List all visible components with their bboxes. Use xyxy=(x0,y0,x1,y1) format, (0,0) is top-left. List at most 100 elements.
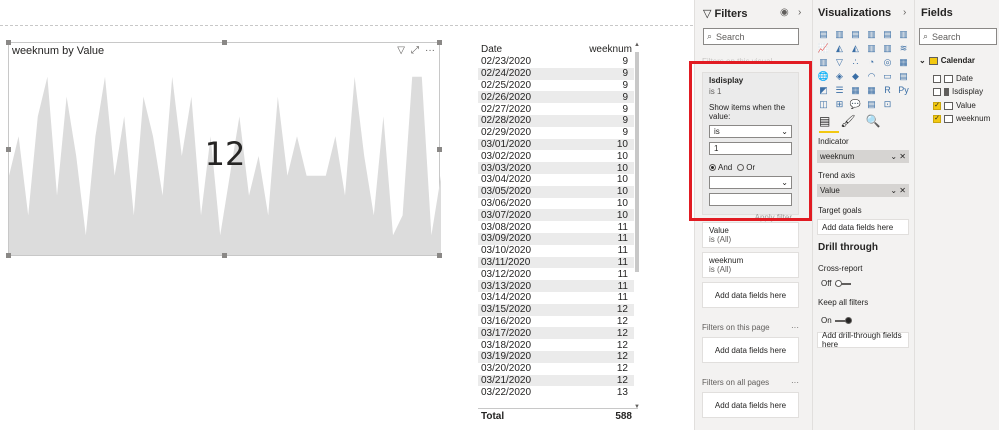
filters-search-input[interactable]: ⌕ Search xyxy=(703,28,799,45)
checkbox-icon[interactable] xyxy=(933,87,941,96)
table-row[interactable]: 02/26/2020 9 xyxy=(478,91,634,104)
funnel-icon[interactable]: ▽ xyxy=(833,56,846,68)
field-item-value[interactable]: ✓ Value xyxy=(933,101,976,110)
table-row[interactable]: 03/15/2020 12 xyxy=(478,303,634,316)
table-row[interactable]: 02/23/2020 9 xyxy=(478,56,634,68)
kpi-icon[interactable]: ◩ xyxy=(817,84,830,96)
table-row[interactable]: 03/14/2020 11 xyxy=(478,292,634,304)
scroll-down-icon[interactable]: ▼ xyxy=(634,404,640,410)
clustered-column-icon[interactable]: ▥ xyxy=(865,28,878,40)
fields-search-input[interactable]: ⌕ Search xyxy=(919,28,997,45)
100-bar-icon[interactable]: ▤ xyxy=(881,28,894,40)
table-row[interactable]: 03/20/2020 12 xyxy=(478,363,634,375)
table-row[interactable]: 03/16/2020 12 xyxy=(478,316,634,328)
table-row[interactable]: 03/04/2020 10 xyxy=(478,174,634,186)
matrix-icon[interactable]: ▦ xyxy=(865,84,878,96)
table-row[interactable]: 03/19/2020 12 xyxy=(478,350,634,363)
table-row[interactable]: 02/27/2020 9 xyxy=(478,103,634,115)
keep-filters-toggle[interactable]: On xyxy=(821,316,852,325)
field-item-date[interactable]: Date xyxy=(933,74,973,83)
waterfall-icon[interactable]: ▥ xyxy=(817,56,830,68)
line-column-icon[interactable]: ▥ xyxy=(865,42,878,54)
well-controls-icon[interactable]: ⌄ ✕ xyxy=(890,186,906,195)
table-row[interactable]: 03/06/2020 10 xyxy=(478,198,634,210)
scroll-up-icon[interactable]: ▲ xyxy=(634,42,640,48)
line-clustered-icon[interactable]: ▥ xyxy=(881,42,894,54)
table-row[interactable]: 03/07/2020 10 xyxy=(478,209,634,222)
table-row[interactable]: 03/01/2020 10 xyxy=(478,138,634,151)
indicator-well[interactable]: weeknum ⌄ ✕ xyxy=(817,150,909,163)
table-row[interactable]: 03/03/2020 10 xyxy=(478,162,634,174)
shape-map-icon[interactable]: ◆ xyxy=(849,70,862,82)
clustered-bar-icon[interactable]: ▤ xyxy=(849,28,862,40)
100-column-icon[interactable]: ▥ xyxy=(897,28,910,40)
column-header-date[interactable]: Date xyxy=(478,44,558,55)
table-row[interactable]: 03/12/2020 11 xyxy=(478,268,634,280)
filled-map-icon[interactable]: ◈ xyxy=(833,70,846,82)
narrative-icon[interactable]: ▤ xyxy=(865,98,878,110)
table-visual[interactable]: Date weeknum 02/23/2020 9 02/24/2020 9 02/25… xyxy=(478,42,640,422)
stacked-column-icon[interactable]: ▥ xyxy=(833,28,846,40)
table-row[interactable]: 03/21/2020 12 xyxy=(478,374,634,387)
table-calendar[interactable]: ⌄ Calendar xyxy=(919,56,975,65)
scatter-icon[interactable]: ∴ xyxy=(849,56,862,68)
table-row[interactable]: 03/18/2020 12 xyxy=(478,339,634,351)
field-item-weeknum[interactable]: ✓ weeknum xyxy=(933,114,990,123)
table-row[interactable]: 03/11/2020 11 xyxy=(478,256,634,269)
qa-icon[interactable]: 💬 xyxy=(849,98,862,110)
table-row[interactable]: 03/02/2020 10 xyxy=(478,150,634,162)
table-row[interactable]: 03/08/2020 11 xyxy=(478,221,634,233)
table-row[interactable]: 03/17/2020 12 xyxy=(478,327,634,340)
decomposition-icon[interactable]: ⊞ xyxy=(833,98,846,110)
checkbox-checked-icon[interactable]: ✓ xyxy=(933,114,941,123)
table-row[interactable]: 03/10/2020 11 xyxy=(478,245,634,257)
field-item-isdisplay[interactable]: Isdisplay xyxy=(933,87,983,96)
filter-card-weeknum[interactable]: weeknum is (All) xyxy=(702,252,799,278)
treemap-icon[interactable]: ▦ xyxy=(897,56,910,68)
line-chart-icon[interactable]: 📈 xyxy=(817,42,830,54)
checkbox-icon[interactable] xyxy=(933,74,941,83)
table-row[interactable]: 02/28/2020 9 xyxy=(478,114,634,127)
more-options-icon[interactable]: ··· xyxy=(791,378,799,387)
resize-handle[interactable] xyxy=(437,40,442,45)
resize-handle[interactable] xyxy=(437,253,442,258)
well-controls-icon[interactable]: ⌄ ✕ xyxy=(890,152,906,161)
kpi-visual[interactable]: weeknum by Value ▽ ⤢ ··· 12 xyxy=(6,40,442,258)
key-influencers-icon[interactable]: ◫ xyxy=(817,98,830,110)
cross-report-toggle[interactable]: Off xyxy=(821,279,851,288)
format-tab-icon[interactable]: 🖌 xyxy=(840,114,855,128)
card-icon[interactable]: ▭ xyxy=(881,70,894,82)
scroll-thumb[interactable] xyxy=(635,52,639,272)
multi-row-card-icon[interactable]: ▤ xyxy=(897,70,910,82)
resize-handle[interactable] xyxy=(6,40,11,45)
table-row[interactable]: 03/05/2020 10 xyxy=(478,185,634,198)
more-options-icon[interactable]: ··· xyxy=(425,45,435,56)
filter-card-value[interactable]: Value is (All) xyxy=(702,222,799,248)
map-icon[interactable]: 🌐 xyxy=(817,70,830,82)
table-row[interactable]: 02/25/2020 9 xyxy=(478,80,634,92)
table-row[interactable]: 03/09/2020 11 xyxy=(478,232,634,245)
table-scrollbar[interactable]: ▲ ▼ xyxy=(634,42,640,410)
table-icon[interactable]: ▦ xyxy=(849,84,862,96)
more-visuals-icon[interactable]: ⊡ xyxy=(881,98,894,110)
python-visual-icon[interactable]: Py xyxy=(897,84,910,96)
donut-icon[interactable]: ◎ xyxy=(881,56,894,68)
resize-handle[interactable] xyxy=(222,40,227,45)
fields-tab-icon[interactable]: ▤ xyxy=(819,114,830,128)
more-options-icon[interactable]: ··· xyxy=(791,323,799,332)
collapse-chevron-icon[interactable]: › xyxy=(903,7,906,18)
focus-mode-icon[interactable]: ⤢ xyxy=(411,45,419,56)
add-visual-filter-field[interactable]: Add data fields here xyxy=(702,282,799,308)
table-row[interactable]: 02/24/2020 9 xyxy=(478,67,634,80)
resize-handle[interactable] xyxy=(437,147,442,152)
filter-icon[interactable]: ▽ xyxy=(397,45,405,56)
target-goals-well[interactable]: Add data fields here xyxy=(817,219,909,235)
table-row[interactable]: 03/22/2020 13 xyxy=(478,386,634,397)
stacked-area-icon[interactable]: ◭ xyxy=(849,42,862,54)
area-chart-icon[interactable]: ◭ xyxy=(833,42,846,54)
eye-icon[interactable]: ◉ xyxy=(780,7,789,18)
pie-icon[interactable]: ◔ xyxy=(865,56,878,68)
add-all-pages-filter-field[interactable]: Add data fields here xyxy=(702,392,799,418)
drill-through-well[interactable]: Add drill-through fields here xyxy=(817,331,909,349)
checkbox-checked-icon[interactable]: ✓ xyxy=(933,101,941,110)
